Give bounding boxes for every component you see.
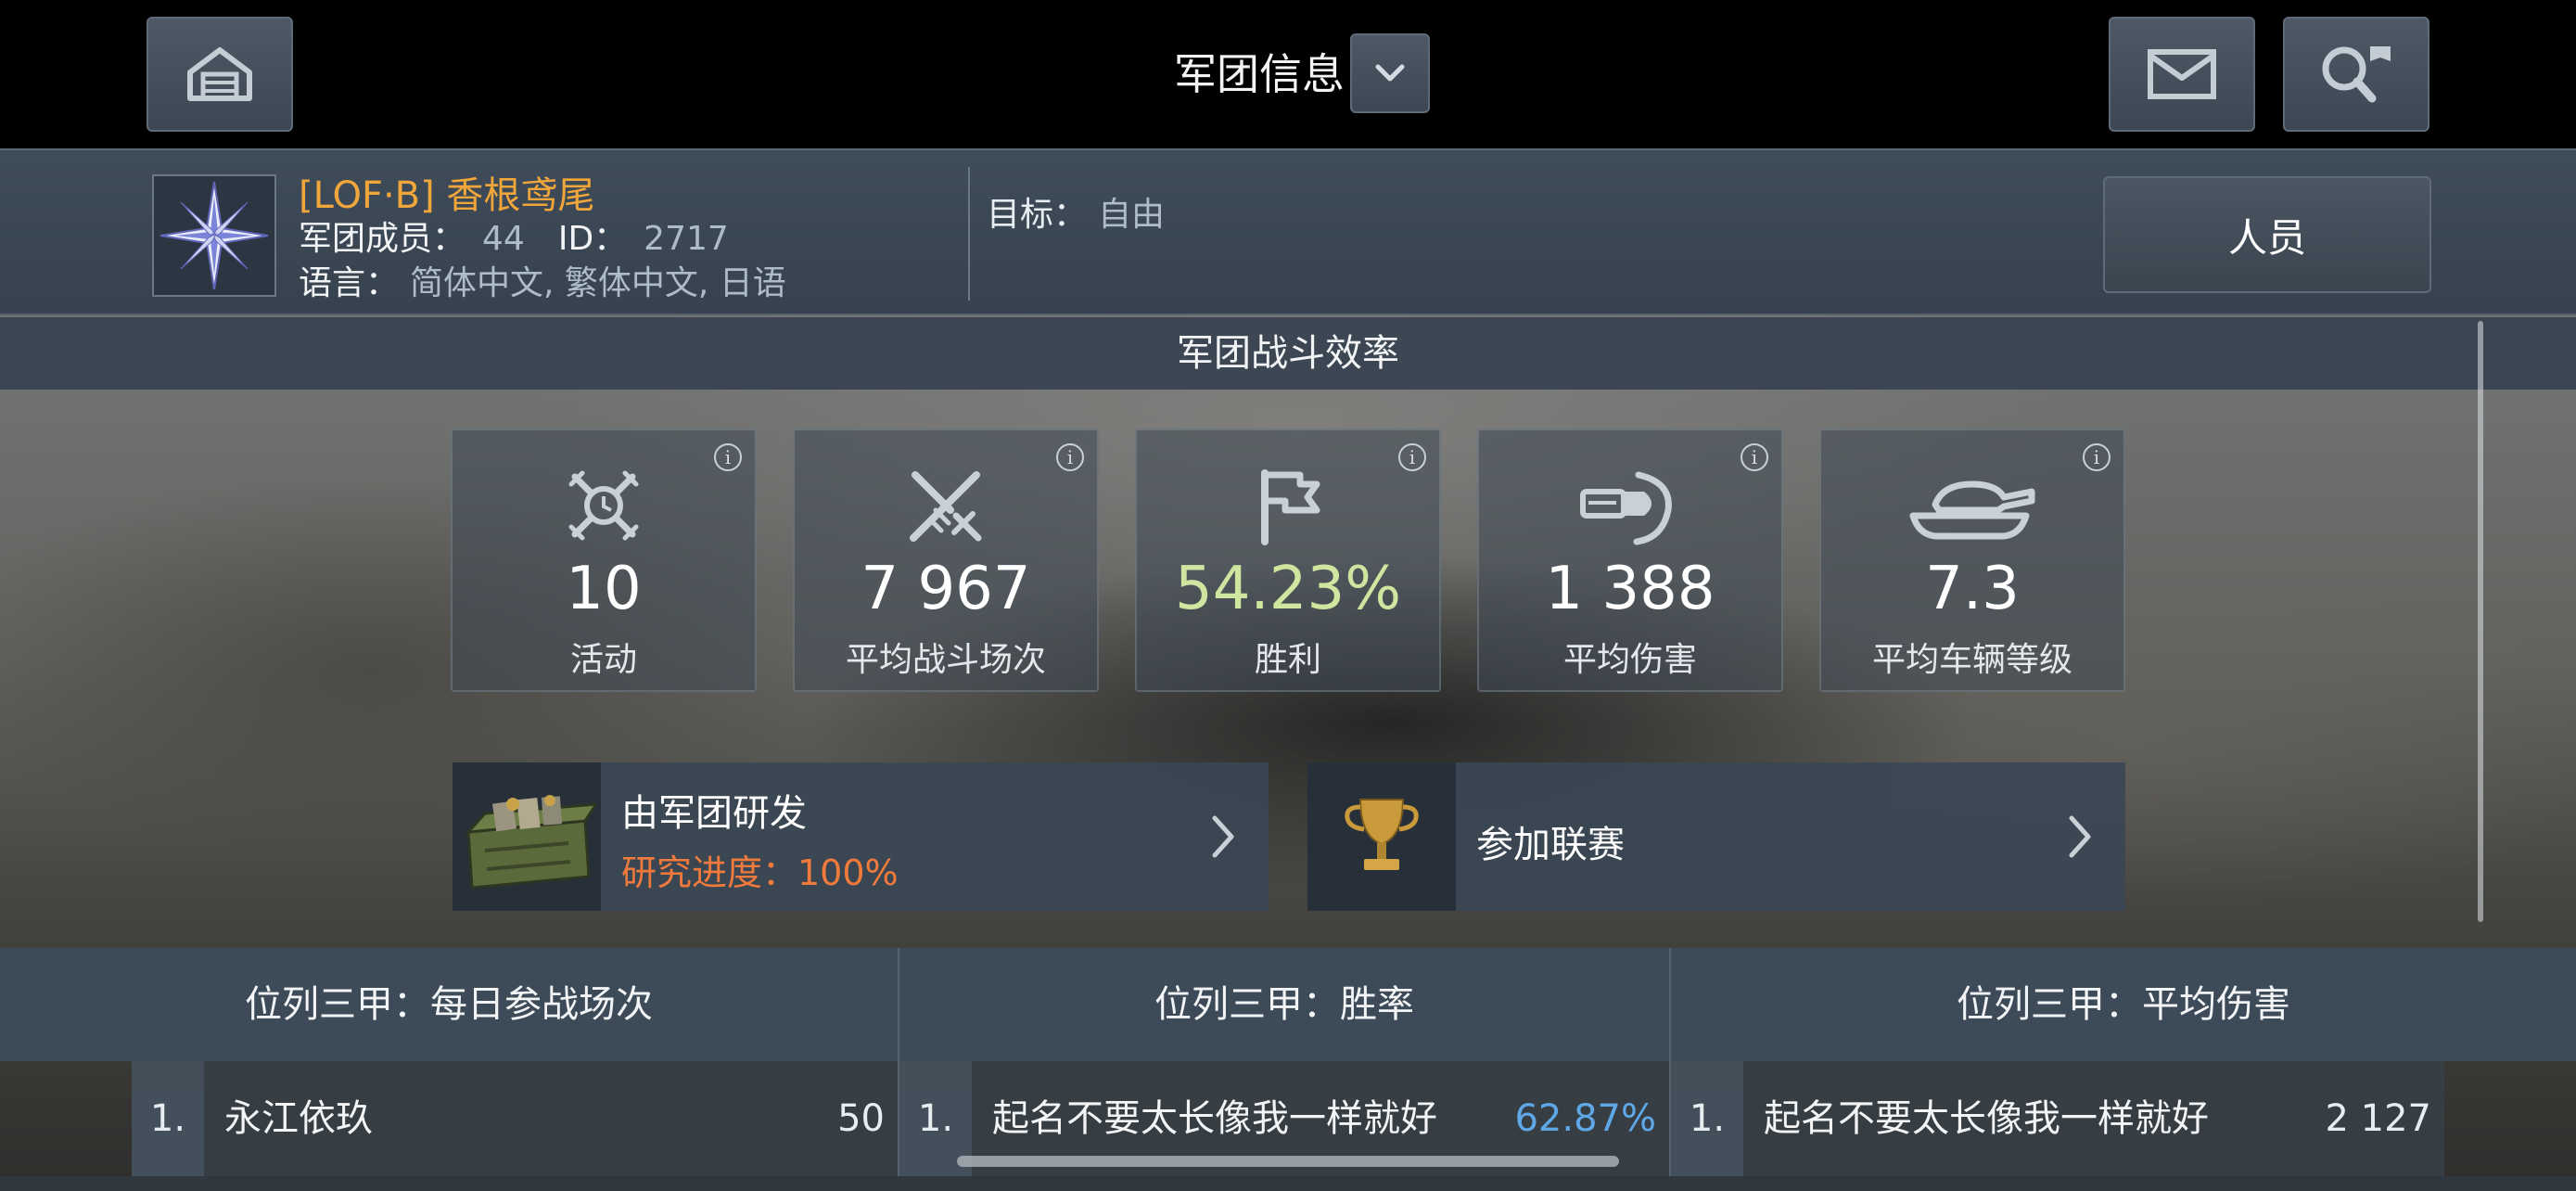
crossed-swords-icon xyxy=(910,471,982,542)
leaderboard-header-avg-damage: 位列三甲：平均伤害 xyxy=(1671,948,2576,1061)
page-title: 军团信息 xyxy=(1174,49,1345,99)
garage-button[interactable] xyxy=(147,17,293,132)
equipment-crate-icon xyxy=(465,795,596,890)
vertical-scrollbar[interactable] xyxy=(2478,321,2483,922)
stat-activity[interactable]: i 10 活动 xyxy=(451,429,757,692)
stat-avg-damage[interactable]: i 1 388 平均伤害 xyxy=(1477,429,1783,692)
search-icon xyxy=(2322,46,2391,103)
clan-search-button[interactable] xyxy=(2283,17,2429,132)
player-score: 50 xyxy=(837,1097,885,1140)
clan-goal: 目标： 自由 xyxy=(987,187,1165,236)
chevron-down-icon xyxy=(1375,64,1405,82)
stat-avg-battles[interactable]: i 7 967 平均战斗场次 xyxy=(793,429,1099,692)
stat-label: 平均车辆等级 xyxy=(1871,641,2072,679)
goal-label: 目标： xyxy=(987,196,1088,234)
trophy-icon xyxy=(1345,799,1419,870)
chevron-right-icon xyxy=(2069,815,2091,858)
id-value: 2717 xyxy=(644,220,729,258)
player-name: 永江依玖 xyxy=(224,1097,373,1140)
player-name: 起名不要太长像我一样就好 xyxy=(1764,1097,2209,1140)
stat-value: 1 388 xyxy=(1545,555,1715,623)
stat-value: 10 xyxy=(566,555,642,623)
stat-value: 54.23% xyxy=(1174,555,1402,623)
leaderboard-header-win-rate: 位列三甲：胜率 xyxy=(899,948,1671,1061)
shell-damage-icon xyxy=(1580,471,1672,545)
chevron-right-icon xyxy=(1212,815,1234,858)
stat-label: 活动 xyxy=(569,641,637,679)
league-card[interactable]: 参加联赛 xyxy=(1307,762,2125,911)
league-image xyxy=(1307,762,1456,911)
clan-emblem xyxy=(152,174,276,297)
language-label: 语言： xyxy=(299,264,400,302)
league-title: 参加联赛 xyxy=(1476,824,1625,866)
stat-win-rate[interactable]: i 54.23% 胜利 xyxy=(1135,429,1441,692)
leaderboard-header-daily-battles: 位列三甲：每日参战场次 xyxy=(0,948,899,1061)
title-dropdown-button[interactable] xyxy=(1350,33,1430,113)
flag-icon xyxy=(1261,469,1320,545)
stat-value: 7 967 xyxy=(861,555,1031,623)
leaderboard-row[interactable]: 1. 永江依玖 50 xyxy=(132,1061,899,1176)
clan-info-screen: 军团信息 [LOF·B] 香根鸢尾 军团成员： 44 ID： 2717 语言： … xyxy=(0,0,2576,1191)
research-progress: 研究进度：100% xyxy=(621,852,899,893)
leaderboard-row[interactable]: 1. 起名不要太长像我一样就好 2 127 xyxy=(1671,1061,2444,1176)
research-image xyxy=(453,762,601,911)
stat-value: 7.3 xyxy=(1925,555,2020,623)
rank-number: 1. xyxy=(132,1061,204,1176)
activity-icon xyxy=(568,470,639,541)
compass-star-icon xyxy=(159,181,269,290)
stat-avg-tier[interactable]: i 7.3 平均车辆等级 xyxy=(1819,429,2125,692)
mail-button[interactable] xyxy=(2109,17,2255,132)
divider xyxy=(968,167,970,301)
rank-number: 1. xyxy=(1671,1061,1743,1176)
members-label: 军团成员： xyxy=(299,220,466,258)
clan-language-line: 语言： 简体中文, 繁体中文, 日语 xyxy=(299,256,786,304)
research-title: 由军团研发 xyxy=(621,792,807,835)
research-card[interactable]: 由军团研发 研究进度：100% xyxy=(453,762,1269,911)
stat-label: 平均战斗场次 xyxy=(845,641,1046,679)
id-label: ID： xyxy=(557,220,628,258)
stat-label: 胜利 xyxy=(1254,641,1321,679)
horizontal-scrollbar[interactable] xyxy=(957,1156,1619,1167)
tank-icon xyxy=(1909,480,2035,540)
goal-value: 自由 xyxy=(1098,196,1166,234)
language-value: 简体中文, 繁体中文, 日语 xyxy=(410,264,786,302)
efficiency-header: 军团战斗效率 xyxy=(0,317,2576,390)
members-value: 44 xyxy=(482,220,525,258)
hangar-icon xyxy=(187,47,252,101)
player-score: 2 127 xyxy=(2325,1097,2431,1140)
clan-members-line: 军团成员： 44 ID： 2717 xyxy=(299,211,729,260)
clan-info-panel: [LOF·B] 香根鸢尾 军团成员： 44 ID： 2717 语言： 简体中文, 繁体中… xyxy=(0,148,2576,315)
top-bar: 军团信息 xyxy=(0,0,2576,148)
mail-icon xyxy=(2148,49,2216,99)
stat-label: 平均伤害 xyxy=(1562,641,1697,679)
staff-button[interactable]: 人员 xyxy=(2103,176,2431,293)
